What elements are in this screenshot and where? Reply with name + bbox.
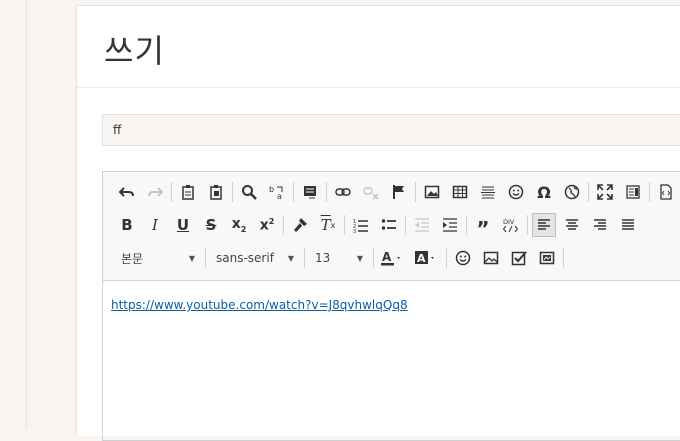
toolbar-separator	[326, 182, 327, 202]
anchor-icon[interactable]	[387, 180, 411, 204]
editor-content[interactable]: https://www.youtube.com/watch?v=J8qvhwlq…	[111, 298, 408, 312]
align-left-icon[interactable]	[532, 213, 556, 237]
paste-text-icon[interactable]	[204, 180, 228, 204]
emoticon-icon[interactable]	[451, 246, 475, 270]
superscript-icon[interactable]: x2	[255, 213, 279, 237]
toolbar-separator	[588, 182, 589, 202]
select-all-icon[interactable]	[298, 180, 322, 204]
emoji-icon[interactable]	[504, 180, 528, 204]
subject-input[interactable]: ff	[102, 114, 680, 146]
align-right-icon[interactable]	[588, 213, 612, 237]
toolbar-separator	[373, 248, 374, 268]
toolbar-separator	[649, 182, 650, 202]
bulleted-list-icon[interactable]	[377, 213, 401, 237]
remove-format-icon[interactable]: Tx	[316, 213, 340, 237]
svg-text:A: A	[382, 250, 392, 264]
youtube-link[interactable]: https://www.youtube.com/watch?v=J8qvhwlq…	[111, 298, 408, 312]
page-title: 쓰기	[104, 32, 165, 70]
create-div-icon[interactable]: DIV	[499, 213, 523, 237]
iframe-icon[interactable]	[560, 180, 584, 204]
outdent-icon[interactable]	[410, 213, 434, 237]
font-select[interactable]: sans-serif ▼	[210, 247, 300, 269]
copy-format-icon[interactable]	[288, 213, 312, 237]
format-select-value: 본문	[121, 251, 144, 266]
toolbar-separator	[344, 215, 345, 235]
show-blocks-icon[interactable]	[621, 180, 645, 204]
align-center-icon[interactable]	[560, 213, 584, 237]
media-icon[interactable]	[535, 246, 559, 270]
title-divider	[77, 87, 680, 88]
table-icon[interactable]	[448, 180, 472, 204]
size-select-value: 13	[315, 251, 331, 265]
toolbar-separator	[405, 215, 406, 235]
bg-color-icon[interactable]: A	[412, 246, 442, 270]
left-sidebar-strip	[0, 0, 27, 429]
find-icon[interactable]	[237, 180, 261, 204]
chevron-down-icon: ▼	[356, 253, 363, 263]
text-color-icon[interactable]: A	[378, 246, 408, 270]
toolbar-separator	[205, 248, 206, 268]
italic-icon[interactable]: I	[143, 213, 167, 237]
source-icon[interactable]	[654, 180, 678, 204]
maximize-icon[interactable]	[593, 180, 617, 204]
justify-icon[interactable]	[616, 213, 640, 237]
replace-icon[interactable]: ba	[265, 180, 289, 204]
toolbar-separator	[283, 215, 284, 235]
svg-text:3: 3	[353, 229, 356, 233]
toolbar-separator	[171, 182, 172, 202]
numbered-list-icon[interactable]: 123	[349, 213, 373, 237]
toolbar-separator	[563, 248, 564, 268]
special-char-icon[interactable]: Ω	[532, 180, 556, 204]
svg-text:b: b	[269, 185, 274, 194]
toolbar-row-2: B I U S x2 x2 Tx 123 ” DIV	[115, 211, 644, 239]
page-gutter	[27, 0, 76, 429]
checkbox-icon[interactable]	[507, 246, 531, 270]
image2-icon[interactable]	[479, 246, 503, 270]
svg-text:A: A	[417, 252, 426, 265]
undo-icon[interactable]	[115, 180, 139, 204]
format-select[interactable]: 본문 ▼	[115, 247, 201, 269]
toolbar-separator	[415, 182, 416, 202]
link-icon[interactable]	[331, 180, 355, 204]
font-select-value: sans-serif	[216, 251, 274, 265]
blockquote-icon[interactable]: ”	[471, 213, 495, 239]
editor-toolbar: ba Ω B I U S x2 x2 T x 1 2 3 ” DIV 본문 ▼ …	[103, 172, 680, 281]
toolbar-separator	[446, 248, 447, 268]
rich-text-editor[interactable]: ba Ω B I U S x2 x2 T x 1 2 3 ” DIV 본문 ▼ …	[102, 171, 680, 441]
chevron-down-icon: ▼	[287, 253, 294, 263]
horizontal-rule-icon[interactable]	[476, 180, 500, 204]
toolbar-row-1: ba Ω	[115, 178, 680, 206]
toolbar-separator	[527, 215, 528, 235]
toolbar-separator	[466, 215, 467, 235]
strikethrough-icon[interactable]: S	[199, 213, 223, 237]
toolbar-row-3: 본문 ▼ sans-serif ▼ 13 ▼ A A	[115, 244, 568, 272]
svg-text:a: a	[277, 192, 282, 200]
indent-icon[interactable]	[438, 213, 462, 237]
image-icon[interactable]	[420, 180, 444, 204]
toolbar-separator	[293, 182, 294, 202]
toolbar-separator	[232, 182, 233, 202]
subscript-icon[interactable]: x2	[227, 213, 251, 237]
toolbar-separator	[304, 248, 305, 268]
paste-icon[interactable]	[176, 180, 200, 204]
underline-icon[interactable]: U	[171, 213, 195, 237]
size-select[interactable]: 13 ▼	[309, 247, 369, 269]
bold-icon[interactable]: B	[115, 213, 139, 237]
svg-text:DIV: DIV	[503, 218, 515, 226]
chevron-down-icon: ▼	[188, 253, 195, 263]
write-page: 쓰기 ff ba Ω B I U S x2 x2 T x 1 2 3 ” DIV…	[76, 5, 680, 441]
redo-icon[interactable]	[143, 180, 167, 204]
unlink-icon[interactable]	[359, 180, 383, 204]
